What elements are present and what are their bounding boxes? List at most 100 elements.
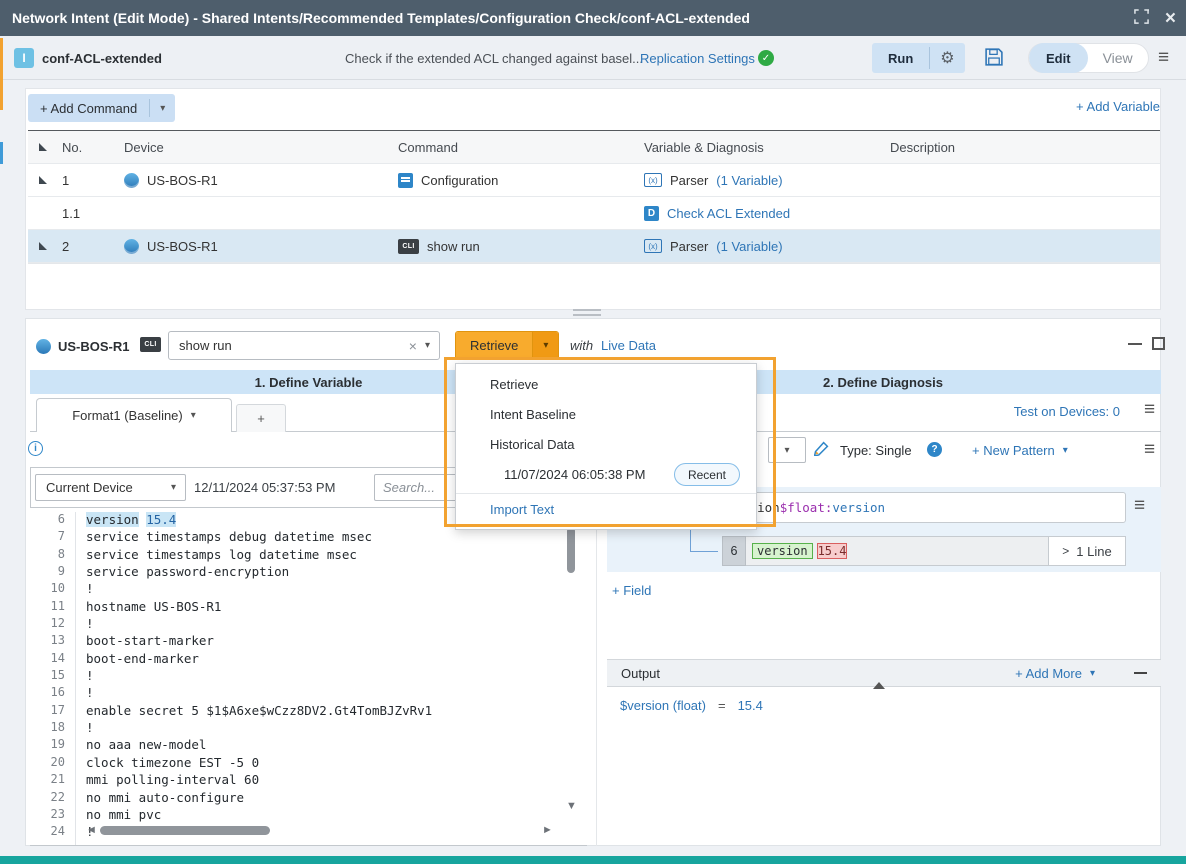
parser-label[interactable]: Parser (670, 239, 708, 254)
line-number: 10 (30, 581, 75, 598)
vertical-scrollbar-thumb[interactable] (567, 527, 575, 573)
menu-item-historical-data[interactable]: Historical Data (456, 430, 756, 460)
add-format-tab[interactable]: + (236, 404, 286, 432)
recent-button[interactable]: Recent (674, 463, 740, 486)
col-description: Description (890, 140, 1160, 155)
row-no: 1.1 (58, 206, 124, 221)
line-number: 18 (30, 720, 75, 737)
retrieve-button[interactable]: Retrieve (456, 332, 532, 359)
parser-variable-count[interactable]: (1 Variable) (716, 239, 782, 254)
output-minimize-icon[interactable] (1134, 672, 1147, 674)
add-more-button[interactable]: + Add More ▾ (1015, 666, 1095, 681)
code-line: ! (86, 720, 432, 737)
line-number: 19 (30, 737, 75, 754)
code-line: service timestamps log datetime msec (86, 547, 432, 564)
scroll-left-icon[interactable]: ◄ (86, 824, 97, 836)
collapse-up-icon[interactable] (873, 667, 887, 682)
match-lines-label: 1 Line (1076, 544, 1111, 559)
close-icon[interactable]: × (1165, 9, 1176, 28)
clear-icon[interactable]: × (401, 338, 425, 354)
cli-icon: CLI (398, 239, 419, 254)
pattern-menu-icon[interactable]: ≡ (1144, 440, 1155, 459)
panel-minimize-icon[interactable] (1128, 343, 1142, 345)
help-icon[interactable]: ? (927, 442, 942, 457)
command-table-header: No. Device Command Variable & Diagnosis … (28, 131, 1160, 164)
menu-divider (456, 493, 756, 494)
line-number: 22 (30, 790, 75, 807)
tab-format1-baseline[interactable]: Format1 (Baseline) ▾ (36, 398, 232, 432)
window-title: Network Intent (Edit Mode) - Shared Inte… (12, 10, 750, 26)
test-on-devices-link[interactable]: Test on Devices: 0 (990, 404, 1120, 419)
diagnosis-menu-icon[interactable]: ≡ (1144, 400, 1155, 419)
chevron-down-icon[interactable]: ▾ (191, 410, 196, 421)
table-row[interactable]: 1 US-BOS-R1 Configuration (x)Parser(1 Va… (28, 164, 1160, 197)
info-icon[interactable]: i (28, 441, 43, 456)
add-field-link[interactable]: + Field (612, 583, 651, 598)
retrieve-split-button: Retrieve ▾ (455, 331, 559, 360)
code-line: service password-encryption (86, 564, 432, 581)
toolbar-menu-icon[interactable]: ≡ (1158, 48, 1169, 67)
table-row[interactable]: 1.1 DCheck ACL Extended (28, 197, 1160, 230)
config-code-editor[interactable]: 6789101112131415161718192021222324 versi… (30, 508, 587, 845)
panel-maximize-icon[interactable] (1152, 337, 1165, 350)
pattern-variable-token: $float (780, 500, 825, 515)
add-command-chevron-icon[interactable]: ▾ (150, 103, 175, 114)
save-icon[interactable] (984, 47, 1004, 70)
retrieve-chevron-icon[interactable]: ▾ (532, 332, 558, 359)
edit-toggle[interactable]: Edit (1029, 43, 1088, 73)
horizontal-scrollbar-thumb[interactable] (100, 826, 270, 835)
code-line: boot-end-marker (86, 651, 432, 668)
table-row-selected[interactable]: 2 US-BOS-R1 CLIshow run (x)Parser(1 Vari… (28, 230, 1160, 263)
line-number-gutter: 6789101112131415161718192021222324 (30, 512, 76, 845)
pattern-row-menu-icon[interactable]: ≡ (1134, 496, 1145, 515)
panel-device-name: US-BOS-R1 (58, 339, 130, 354)
match-lines-cell[interactable]: > 1 Line (1048, 536, 1126, 566)
edit-pencil-icon[interactable] (814, 441, 829, 459)
col-device: Device (124, 140, 398, 155)
type-label: Type: Single (840, 443, 912, 458)
command-combobox-value: show run (169, 338, 401, 353)
replication-settings-link[interactable]: Replication Settings (640, 51, 755, 66)
panel-splitter-handle[interactable] (573, 309, 601, 316)
run-button[interactable]: Run (872, 51, 929, 66)
scroll-down-icon[interactable]: ▼ (566, 800, 577, 812)
row-collapse-icon[interactable] (39, 176, 47, 184)
pattern-input[interactable]: version $float:version (718, 492, 1126, 523)
add-command-button[interactable]: + Add Command ▾ (28, 94, 175, 122)
code-line: mmi polling-interval 60 (86, 772, 432, 789)
add-variable-link[interactable]: + Add Variable (1048, 99, 1160, 114)
fullscreen-icon[interactable] (1134, 9, 1149, 27)
pattern-variable-name: version (832, 500, 885, 515)
menu-item-history-entry[interactable]: 11/07/2024 06:05:38 PM Recent (456, 460, 756, 490)
parser-variable-count[interactable]: (1 Variable) (716, 173, 782, 188)
code-line: ! (86, 581, 432, 598)
parser-label[interactable]: Parser (670, 173, 708, 188)
scroll-right-icon[interactable]: ► (542, 824, 553, 836)
command-table: No. Device Command Variable & Diagnosis … (28, 130, 1160, 264)
menu-item-retrieve[interactable]: Retrieve (456, 370, 756, 400)
view-toggle[interactable]: View (1088, 50, 1148, 66)
collapse-all-icon[interactable] (39, 143, 47, 151)
code-line: no mmi auto-configure (86, 790, 432, 807)
output-result: $version (float) = 15.4 (620, 698, 763, 713)
match-line-number: 6 (722, 536, 746, 566)
command-combobox[interactable]: show run × ▾ (168, 331, 440, 360)
live-data-link[interactable]: Live Data (601, 338, 656, 353)
chevron-down-icon[interactable]: ▾ (425, 340, 439, 351)
menu-item-import-text[interactable]: Import Text (456, 497, 756, 523)
row-collapse-icon[interactable] (39, 242, 47, 250)
output-variable-name: $version (float) (620, 698, 706, 713)
pattern-select[interactable]: ▾ (768, 437, 806, 463)
row-no: 1 (58, 173, 124, 188)
match-result-row[interactable]: 6 version 15.4 > 1 Line (722, 536, 1126, 566)
col-variable: Variable & Diagnosis (644, 140, 890, 155)
line-number: 6 (30, 512, 75, 529)
run-settings-gear-icon[interactable]: ⚙ (930, 48, 964, 68)
run-button-group: Run ⚙ (872, 43, 965, 73)
device-scope-select[interactable]: Current Device ▾ (35, 474, 186, 501)
pattern-separator: : (825, 500, 833, 515)
menu-item-intent-baseline[interactable]: Intent Baseline (456, 400, 756, 430)
new-pattern-button[interactable]: + New Pattern ▾ (972, 443, 1068, 458)
diagnosis-link[interactable]: Check ACL Extended (667, 206, 790, 221)
expand-chevron-icon[interactable]: > (1062, 544, 1069, 558)
